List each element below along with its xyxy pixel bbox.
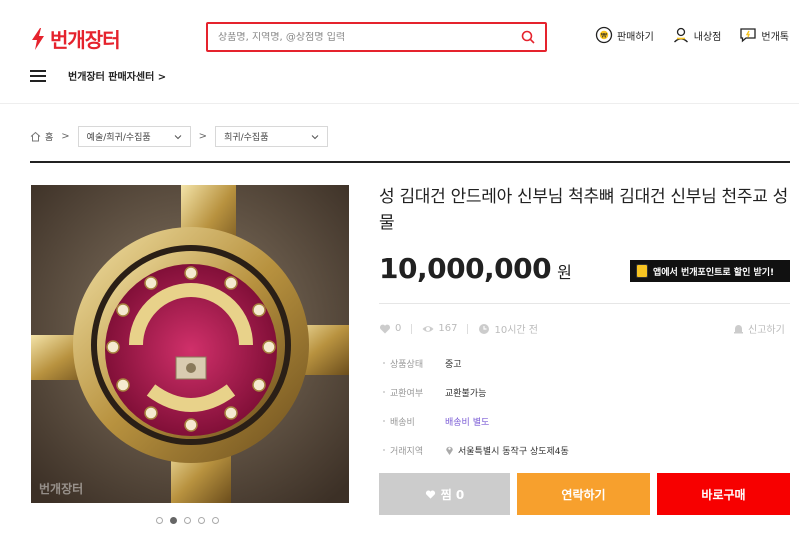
buy-now-button[interactable]: 바로구매 <box>657 473 790 515</box>
bunjang-talk-button[interactable]: 번개톡 <box>739 26 789 44</box>
bunjang-logo[interactable]: 번개장터 <box>30 24 121 53</box>
category-select-2[interactable]: 희귀/수집품 <box>215 126 329 147</box>
contact-button[interactable]: 연락하기 <box>517 473 650 515</box>
chat-icon <box>740 28 757 43</box>
breadcrumb-separator: > <box>61 131 70 142</box>
view-count: 167 <box>422 323 457 335</box>
image-dot[interactable] <box>212 517 219 524</box>
menu-icon[interactable] <box>30 69 46 82</box>
detail-value: 교환불가능 <box>445 388 487 399</box>
wishlist-button[interactable]: 찜 0 <box>379 473 510 515</box>
detail-label: 거래지역 <box>383 444 445 457</box>
breadcrumb-divider <box>30 161 790 163</box>
image-pagination <box>156 517 219 524</box>
search-input[interactable] <box>218 31 521 43</box>
product-image[interactable]: 번개장터 <box>31 185 349 503</box>
image-watermark: 번개장터 <box>39 482 84 496</box>
image-dot-active[interactable] <box>170 517 177 524</box>
image-dot[interactable] <box>156 517 163 524</box>
siren-icon <box>734 325 743 334</box>
chevron-down-icon <box>174 134 182 139</box>
app-banner-label: 앱에서 번개포인트로 할인 받기! <box>653 267 775 278</box>
my-store-button[interactable]: 내상점 <box>672 26 722 44</box>
product-details: 상품상태 중고 교환여부 교환불가능 배송비 배송비 별도 거래지역 서울특별시… <box>383 356 569 472</box>
detail-value: 중고 <box>445 359 462 370</box>
seller-center-link[interactable]: 번개장터 판매자센터 > <box>68 68 166 83</box>
stat-separator <box>411 323 413 334</box>
eye-icon <box>422 325 434 332</box>
action-buttons: 찜 0 연락하기 바로구매 <box>379 473 790 515</box>
home-label: 홈 <box>45 133 54 143</box>
like-count: 0 <box>379 323 401 335</box>
detail-row-location: 거래지역 서울특별시 동작구 상도제4동 <box>383 443 569 457</box>
detail-row-exchange: 교환여부 교환불가능 <box>383 385 569 399</box>
image-dot[interactable] <box>184 517 191 524</box>
category-2-label: 희귀/수집품 <box>224 133 269 143</box>
search-icon[interactable] <box>521 30 535 44</box>
breadcrumb-separator: > <box>198 131 208 142</box>
chevron-down-icon <box>311 134 319 139</box>
product-price: 10,000,000 원 <box>379 252 572 285</box>
logo-text: 번개장터 <box>50 28 121 52</box>
view-count-value: 167 <box>438 323 458 334</box>
search-bar[interactable] <box>206 22 547 52</box>
breadcrumb-home[interactable]: 홈 <box>30 130 53 143</box>
heart-icon <box>379 324 391 333</box>
location-pin-icon <box>446 446 453 455</box>
app-discount-banner[interactable]: 앱에서 번개포인트로 할인 받기! <box>630 260 790 282</box>
won-circle-icon: ₩ <box>595 26 613 44</box>
detail-label: 배송비 <box>383 415 445 428</box>
heart-icon <box>425 490 435 499</box>
location-value: 서울특별시 동작구 상도제4동 <box>458 446 569 457</box>
shipping-fee-link[interactable]: 배송비 별도 <box>445 415 489 428</box>
price-amount: 10,000,000 <box>379 252 552 285</box>
like-count-value: 0 <box>395 323 402 334</box>
user-icon <box>673 27 688 43</box>
detail-label: 교환여부 <box>383 386 445 399</box>
bunjang-talk-label: 번개톡 <box>761 31 789 43</box>
report-button[interactable]: 신고하기 <box>733 321 785 336</box>
detail-row-shipping: 배송비 배송비 별도 <box>383 414 569 428</box>
lightning-icon <box>32 27 44 50</box>
phone-coin-icon <box>636 264 648 278</box>
price-currency: 원 <box>557 263 572 282</box>
sell-label: 판매하기 <box>616 31 654 43</box>
detail-label: 상품상태 <box>383 357 445 370</box>
detail-value-location[interactable]: 서울특별시 동작구 상도제4동 <box>445 444 569 457</box>
image-dot[interactable] <box>198 517 205 524</box>
category-select-1[interactable]: 예술/희귀/수집품 <box>77 126 191 147</box>
product-title: 성 김대건 안드레아 신부님 척추뼈 김대건 신부님 천주교 성물 <box>379 187 788 233</box>
my-store-label: 내상점 <box>693 31 722 43</box>
detail-row-condition: 상품상태 중고 <box>383 356 569 370</box>
time-posted-value: 10시간 전 <box>494 325 538 336</box>
clock-icon <box>479 323 490 334</box>
sell-button[interactable]: ₩ 판매하기 <box>595 26 654 44</box>
stat-separator <box>467 323 469 334</box>
home-icon <box>30 131 41 142</box>
breadcrumb: 홈 > 예술/희귀/수집품 > 희귀/수집품 <box>30 126 329 147</box>
header-divider <box>0 103 799 104</box>
category-1-label: 예술/희귀/수집품 <box>86 133 151 143</box>
product-stats: 0 167 10시간 전 <box>379 321 538 336</box>
svg-text:₩: ₩ <box>601 33 607 40</box>
reliquary-illustration <box>31 185 349 503</box>
wishlist-label: 찜 0 <box>440 487 465 502</box>
time-posted: 10시간 전 <box>478 321 538 336</box>
report-label: 신고하기 <box>748 325 785 336</box>
info-divider <box>379 303 790 304</box>
